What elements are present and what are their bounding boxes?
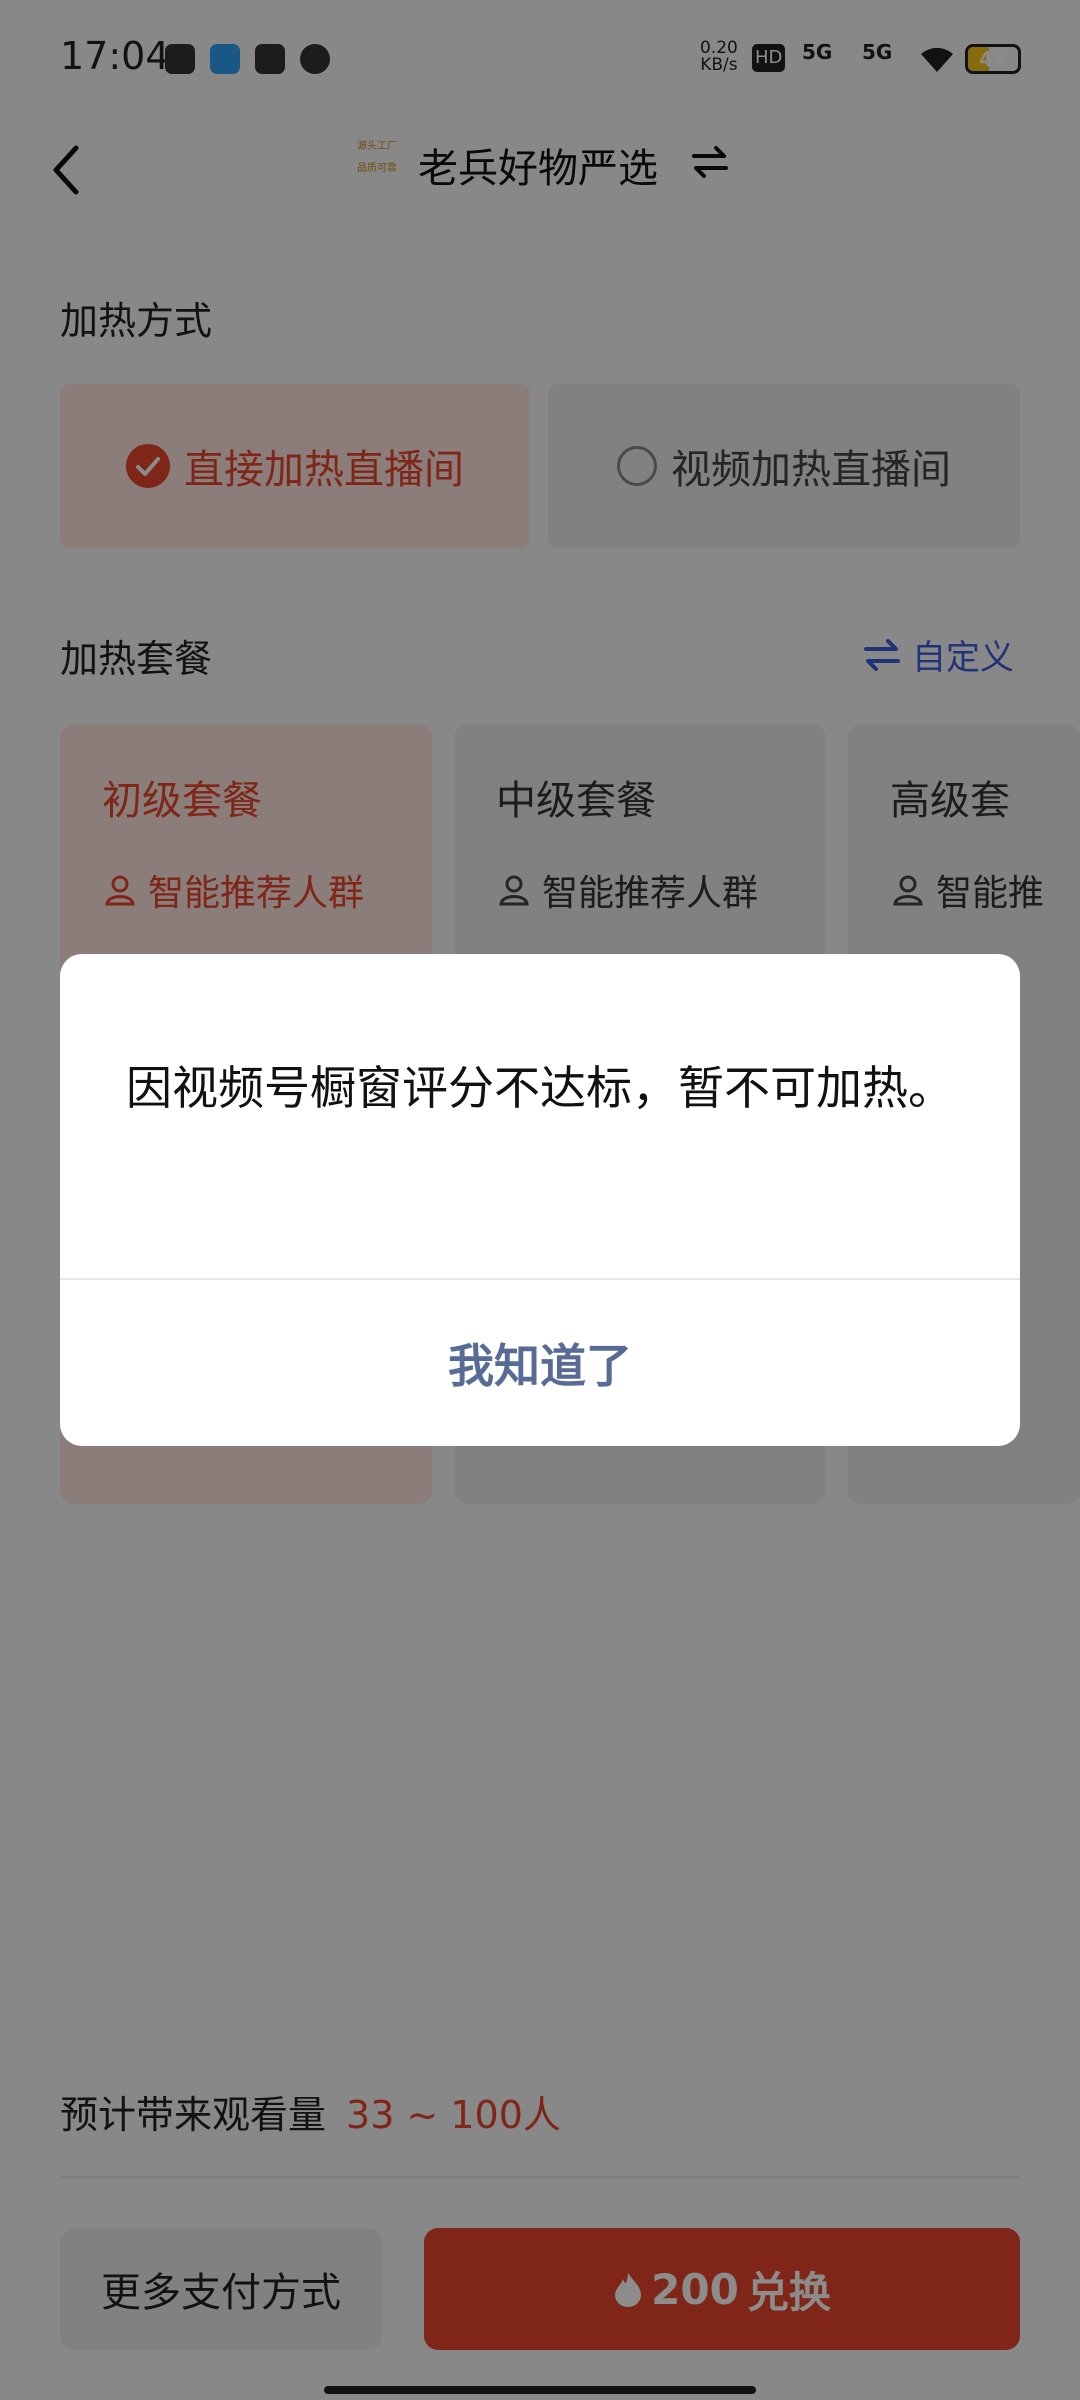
alert-dialog: 因视频号橱窗评分不达标，暂不可加热。 我知道了 xyxy=(60,954,1020,1446)
dialog-message: 因视频号橱窗评分不达标，暂不可加热。 xyxy=(126,1061,954,1115)
dialog-confirm-button[interactable]: 我知道了 xyxy=(60,1280,1020,1446)
